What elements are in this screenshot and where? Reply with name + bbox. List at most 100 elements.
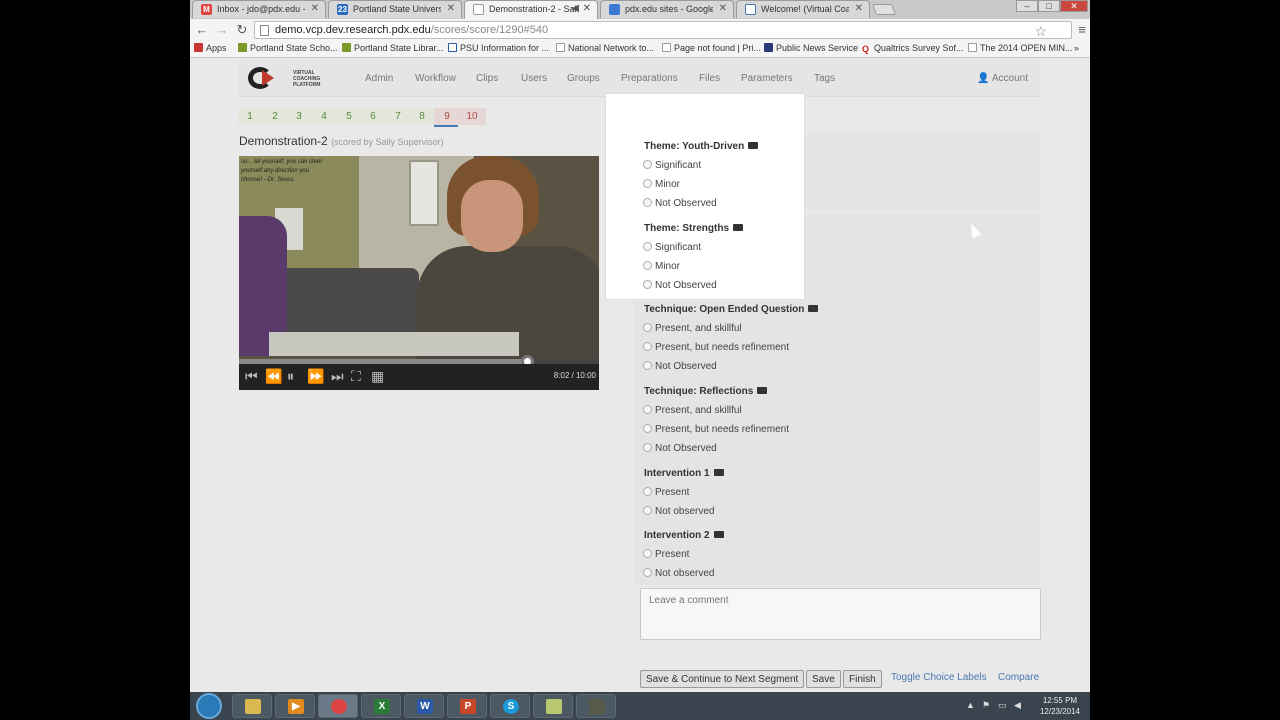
rewind-icon[interactable]: ⏪ — [265, 368, 282, 385]
bookmarks-more[interactable]: » — [1074, 43, 1079, 53]
radio-button[interactable] — [643, 549, 652, 558]
pause-icon[interactable]: ⏸ — [287, 368, 294, 385]
nav-admin[interactable]: Admin — [365, 73, 393, 84]
taskbar-excel[interactable]: X — [361, 694, 401, 718]
radio-option[interactable]: Present, and skillful — [643, 323, 742, 334]
back-button[interactable]: ← — [194, 22, 210, 37]
radio-option[interactable]: Present — [643, 549, 689, 560]
segment-9[interactable]: 9 — [437, 111, 457, 122]
radio-option[interactable]: Not Observed — [643, 280, 717, 291]
segment-6[interactable]: 6 — [363, 111, 383, 122]
comment-input[interactable] — [640, 588, 1041, 640]
radio-button[interactable] — [643, 361, 652, 370]
radio-option[interactable]: Minor — [643, 179, 680, 190]
skip-end-icon[interactable]: ⏭ — [331, 368, 344, 385]
film-icon[interactable]: ▦ — [371, 368, 384, 385]
radio-option[interactable]: Not observed — [643, 506, 714, 517]
comment-icon[interactable] — [713, 531, 724, 538]
menu-icon[interactable]: ≡ — [1078, 22, 1086, 37]
taskbar-powerpoint[interactable]: P — [447, 694, 487, 718]
start-button[interactable] — [196, 693, 222, 719]
radio-button[interactable] — [643, 568, 652, 577]
radio-button[interactable] — [643, 405, 652, 414]
taskbar-explorer[interactable] — [232, 694, 272, 718]
taskbar-word[interactable]: W — [404, 694, 444, 718]
bookmark-item[interactable]: Portland State Scho... — [238, 43, 338, 53]
segment-10[interactable]: 10 — [462, 111, 482, 122]
radio-option[interactable]: Present, and skillful — [643, 405, 742, 416]
system-clock[interactable]: 12:55 PM 12/23/2014 — [1040, 695, 1080, 717]
volume-icon[interactable]: ◀ — [1014, 700, 1021, 711]
taskbar-chrome[interactable] — [318, 694, 358, 718]
radio-button[interactable] — [643, 506, 652, 515]
nav-workflow[interactable]: Workflow — [415, 73, 456, 84]
bookmark-apps[interactable]: Apps — [194, 43, 227, 53]
tab-welcome[interactable]: Welcome! (Virtual Coachi ✕ — [736, 0, 870, 18]
tab-demonstration[interactable]: Demonstration-2 - Sall ◀ ✕ — [464, 0, 598, 19]
minimize-button[interactable]: – — [1016, 0, 1038, 12]
comment-icon[interactable] — [808, 305, 819, 312]
video-player[interactable]: so... let yourself, you can steer yourse… — [239, 156, 599, 390]
new-tab-button[interactable] — [871, 4, 897, 15]
radio-button[interactable] — [643, 160, 652, 169]
radio-button[interactable] — [643, 487, 652, 496]
close-icon[interactable]: ✕ — [583, 3, 591, 14]
comment-icon[interactable] — [748, 142, 759, 149]
maximize-button[interactable]: □ — [1038, 0, 1060, 12]
nav-files[interactable]: Files — [699, 73, 720, 84]
fullscreen-icon[interactable]: ⛶ — [351, 368, 361, 385]
nav-parameters[interactable]: Parameters — [741, 73, 793, 84]
skip-start-icon[interactable]: ⏮ — [245, 368, 258, 385]
bookmark-star-icon[interactable]: ☆ — [1034, 23, 1047, 40]
radio-option[interactable]: Present, but needs refinement — [643, 424, 789, 435]
radio-option[interactable]: Present — [643, 487, 689, 498]
radio-option[interactable]: Significant — [643, 242, 701, 253]
segment-4[interactable]: 4 — [314, 111, 334, 122]
flag-icon[interactable]: ⚑ — [982, 700, 990, 711]
fast-forward-icon[interactable]: ⏩ — [307, 368, 324, 385]
radio-button[interactable] — [643, 323, 652, 332]
nav-clips[interactable]: Clips — [476, 73, 498, 84]
tab-calendar[interactable]: 23 Portland State University ✕ — [328, 0, 462, 18]
comment-icon[interactable] — [757, 387, 768, 394]
taskbar-notes[interactable] — [533, 694, 573, 718]
taskbar-skype[interactable]: S — [490, 694, 530, 718]
bookmark-item[interactable]: Portland State Librar... — [342, 43, 444, 53]
bookmark-item[interactable]: National Network to... — [556, 43, 654, 53]
radio-button[interactable] — [643, 242, 652, 251]
comment-icon[interactable] — [733, 224, 744, 231]
segment-2[interactable]: 2 — [265, 111, 285, 122]
radio-button[interactable] — [643, 342, 652, 351]
bookmark-item[interactable]: Q Qualtrics Survey Sof... — [862, 43, 964, 54]
bookmark-item[interactable]: Page not found | Pri... — [662, 43, 761, 53]
close-icon[interactable]: ✕ — [719, 3, 727, 14]
close-icon[interactable]: ✕ — [855, 3, 863, 14]
toggle-choice-labels-link[interactable]: Toggle Choice Labels — [891, 672, 987, 683]
close-icon[interactable]: ✕ — [311, 3, 319, 14]
segment-3[interactable]: 3 — [289, 111, 309, 122]
radio-option[interactable]: Not observed — [643, 568, 714, 579]
radio-option[interactable]: Minor — [643, 261, 680, 272]
vcp-logo[interactable]: VIRTUAL COACHING PLATFORM — [248, 66, 342, 92]
save-continue-button[interactable]: Save & Continue to Next Segment — [640, 670, 805, 688]
radio-option[interactable]: Not Observed — [643, 443, 717, 454]
radio-option[interactable]: Present, but needs refinement — [643, 342, 789, 353]
nav-tags[interactable]: Tags — [814, 73, 835, 84]
account-menu[interactable]: 👤 Account — [977, 73, 1028, 84]
radio-button[interactable] — [643, 261, 652, 270]
segment-5[interactable]: 5 — [339, 111, 359, 122]
segment-7[interactable]: 7 — [388, 111, 408, 122]
nav-users[interactable]: Users — [521, 73, 547, 84]
close-icon[interactable]: ✕ — [447, 3, 455, 14]
radio-option[interactable]: Not Observed — [643, 361, 717, 372]
radio-option[interactable]: Not Observed — [643, 198, 717, 209]
tray-up-arrow-icon[interactable]: ▲ — [966, 700, 975, 710]
radio-button[interactable] — [643, 424, 652, 433]
forward-button[interactable]: → — [214, 22, 230, 37]
address-bar[interactable]: demo.vcp.dev.research.pdx.edu/scores/sco… — [254, 21, 1072, 39]
bookmark-item[interactable]: The 2014 OPEN MIN... — [968, 43, 1073, 53]
window-close-button[interactable]: ✕ — [1060, 0, 1088, 12]
finish-button[interactable]: Finish — [843, 670, 882, 688]
bookmark-item[interactable]: Public News Service — [764, 43, 858, 53]
radio-button[interactable] — [643, 280, 652, 289]
